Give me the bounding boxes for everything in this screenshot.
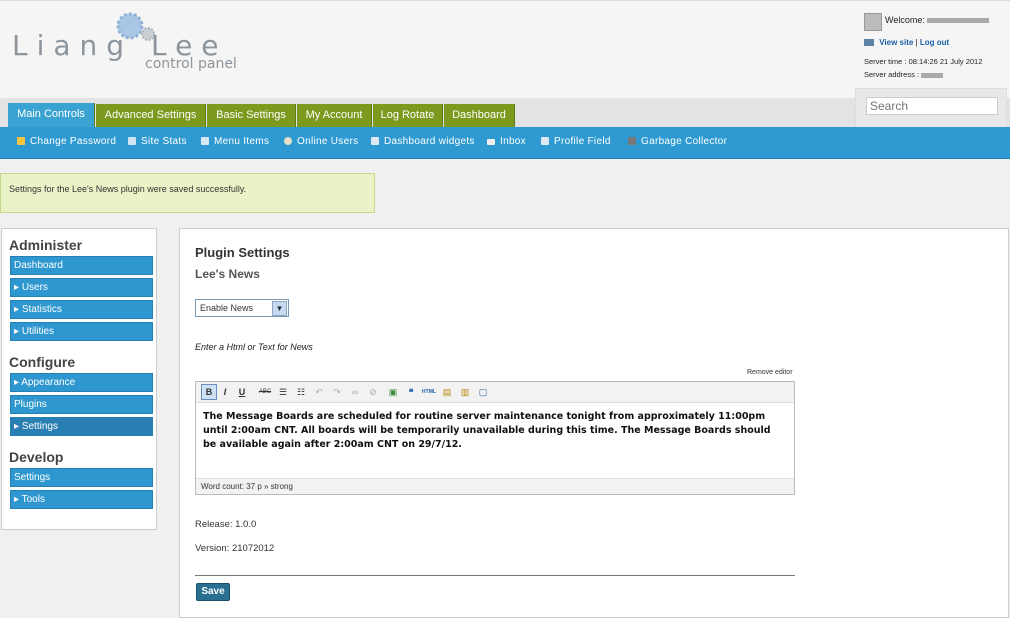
sidebar-item-plugins[interactable]: Plugins bbox=[10, 395, 153, 414]
subnav-site-stats[interactable]: Site Stats bbox=[128, 136, 187, 147]
subnav-online-users[interactable]: Online Users bbox=[284, 136, 358, 147]
sidebar-item-appearance[interactable]: ▸ Appearance bbox=[10, 373, 153, 392]
link-icon[interactable]: ∞ bbox=[348, 385, 362, 399]
numbered-list-icon[interactable]: ☷ bbox=[294, 385, 308, 399]
sidebar-item-statistics[interactable]: ▸ Statistics bbox=[10, 300, 153, 319]
sidebar-heading-administer: Administer bbox=[9, 237, 83, 253]
undo-icon[interactable]: ↶ bbox=[312, 385, 326, 399]
trash-icon bbox=[628, 137, 636, 145]
chevron-down-icon: ▼ bbox=[272, 301, 287, 316]
tab-main-controls[interactable]: Main Controls bbox=[8, 103, 95, 127]
remove-editor-link[interactable]: Remove editor bbox=[747, 369, 793, 376]
sidebar-item-dashboard[interactable]: Dashboard bbox=[10, 256, 153, 275]
sidebar-item-dev-settings[interactable]: Settings bbox=[10, 468, 153, 487]
strikethrough-icon[interactable]: ABC bbox=[258, 385, 272, 399]
search-input[interactable] bbox=[866, 97, 998, 115]
enable-news-select[interactable]: Enable News ▼ bbox=[195, 299, 289, 317]
sidebar-item-utilities[interactable]: ▸ Utilities bbox=[10, 322, 153, 341]
html-icon[interactable]: HTML bbox=[422, 385, 436, 399]
bullet-list-icon[interactable]: ☰ bbox=[276, 385, 290, 399]
subnav-inbox[interactable]: Inbox bbox=[487, 136, 526, 147]
tab-dashboard[interactable]: Dashboard bbox=[444, 104, 515, 127]
lock-icon bbox=[17, 137, 25, 145]
sub-navigation: Change Password Site Stats Menu Items On… bbox=[0, 127, 1010, 159]
user-links: View site | Log out bbox=[864, 38, 949, 47]
form-icon bbox=[541, 137, 549, 145]
tab-basic-settings[interactable]: Basic Settings bbox=[207, 104, 296, 127]
underline-icon[interactable]: U bbox=[235, 385, 249, 399]
tab-my-account[interactable]: My Account bbox=[297, 104, 372, 127]
subnav-menu-items[interactable]: Menu Items bbox=[201, 136, 269, 147]
rich-text-editor: B I U ABC ☰ ☷ ↶ ↷ ∞ ⊘ ▣ ❝ HTML ▤ ▥ ▢ The… bbox=[195, 381, 795, 495]
welcome-text: Welcome: bbox=[885, 15, 989, 25]
fullscreen-icon[interactable]: ▢ bbox=[476, 385, 490, 399]
chat-icon bbox=[128, 137, 136, 145]
sidebar-heading-configure: Configure bbox=[9, 354, 76, 370]
header: Liang Lee control panel Welcome: View si… bbox=[0, 0, 1010, 99]
monitor-icon bbox=[864, 39, 874, 46]
editor-content[interactable]: The Message Boards are scheduled for rou… bbox=[203, 410, 773, 452]
release-text: Release: 1.0.0 bbox=[195, 519, 257, 530]
image-icon[interactable]: ▣ bbox=[386, 385, 400, 399]
paste-text-icon[interactable]: ▥ bbox=[458, 385, 472, 399]
tab-advanced-settings[interactable]: Advanced Settings bbox=[96, 104, 206, 127]
success-notice: Settings for the Lee's News plugin were … bbox=[0, 173, 375, 213]
subnav-garbage-collector[interactable]: Garbage Collector bbox=[628, 136, 727, 147]
view-site-link[interactable]: View site bbox=[879, 38, 913, 47]
redacted-username bbox=[926, 18, 989, 24]
sidebar-item-users[interactable]: ▸ Users bbox=[10, 278, 153, 297]
server-address: Server address : bbox=[864, 70, 944, 79]
sidebar-item-settings[interactable]: ▸ Settings bbox=[10, 417, 153, 436]
plugin-name: Lee's News bbox=[195, 267, 260, 281]
italic-icon[interactable]: I bbox=[218, 385, 232, 399]
brand-tagline: control panel bbox=[145, 56, 237, 72]
search-box bbox=[855, 88, 1007, 127]
subnav-dashboard-widgets[interactable]: Dashboard widgets bbox=[371, 136, 475, 147]
subnav-change-password[interactable]: Change Password bbox=[17, 136, 116, 147]
unlink-icon[interactable]: ⊘ bbox=[366, 385, 380, 399]
mail-icon bbox=[487, 139, 495, 145]
user-icon bbox=[284, 137, 292, 145]
menu-icon bbox=[201, 137, 209, 145]
main-panel: Plugin Settings Lee's News Enable News ▼… bbox=[179, 228, 1009, 618]
redo-icon[interactable]: ↷ bbox=[330, 385, 344, 399]
logout-link[interactable]: Log out bbox=[920, 38, 949, 47]
divider bbox=[195, 575, 795, 576]
subnav-profile-field[interactable]: Profile Field bbox=[541, 136, 611, 147]
save-button[interactable]: Save bbox=[196, 583, 230, 601]
paste-icon[interactable]: ▤ bbox=[440, 385, 454, 399]
editor-status-bar: Word count: 37 p » strong bbox=[196, 478, 794, 494]
widget-icon bbox=[371, 137, 379, 145]
server-time: Server time : 08:14:26 21 July 2012 bbox=[864, 57, 983, 66]
sidebar: Administer Dashboard ▸ Users ▸ Statistic… bbox=[1, 228, 157, 530]
editor-toolbar: B I U ABC ☰ ☷ ↶ ↷ ∞ ⊘ ▣ ❝ HTML ▤ ▥ ▢ bbox=[196, 382, 794, 403]
blockquote-icon[interactable]: ❝ bbox=[404, 385, 418, 399]
version-text: Version: 21072012 bbox=[195, 543, 275, 554]
page-title: Plugin Settings bbox=[195, 245, 290, 260]
tab-log-rotate[interactable]: Log Rotate bbox=[373, 104, 443, 127]
avatar bbox=[864, 13, 882, 31]
editor-label: Enter a Html or Text for News bbox=[195, 342, 313, 352]
sidebar-item-tools[interactable]: ▸ Tools bbox=[10, 490, 153, 509]
sidebar-heading-develop: Develop bbox=[9, 449, 64, 465]
bold-icon[interactable]: B bbox=[201, 384, 217, 400]
